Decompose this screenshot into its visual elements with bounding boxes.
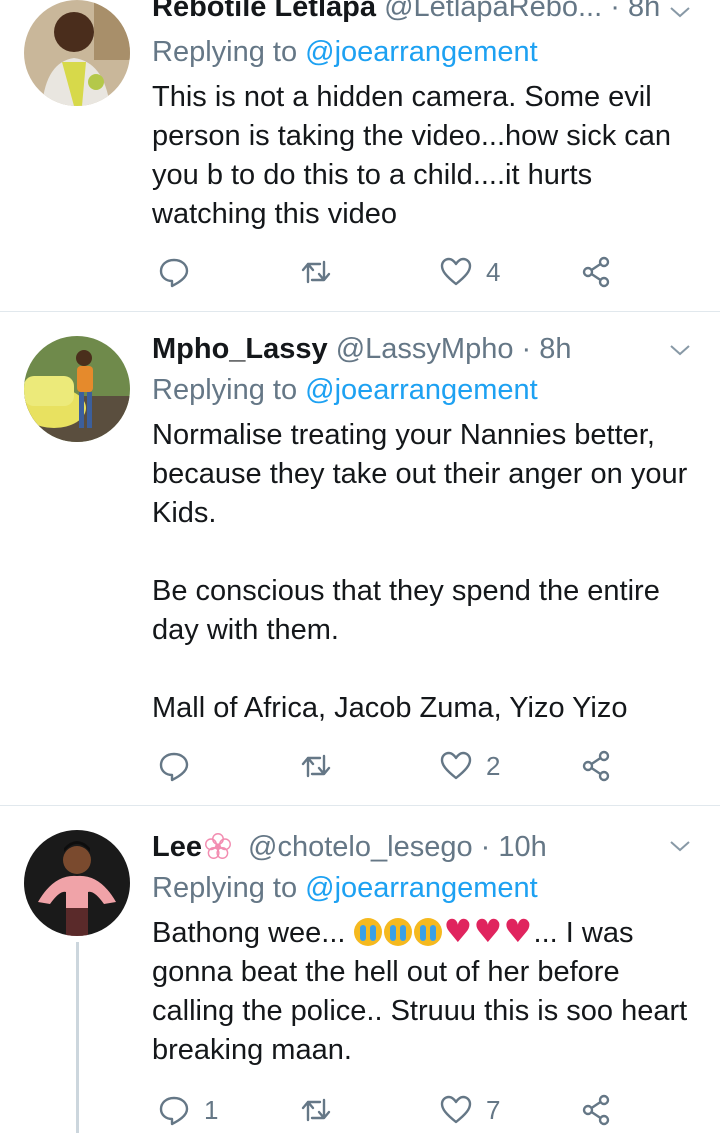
replying-prefix: Replying to xyxy=(152,872,298,904)
tweet-2[interactable]: Mpho_Lassy @LassyMpho · 8h Replying to @… xyxy=(0,312,720,804)
tweet-actions: 1 7 xyxy=(150,1090,630,1130)
crying-face-emoji xyxy=(383,918,412,946)
replying-to: Replying to @joearrangement xyxy=(152,871,538,905)
tweet-actions: 2 xyxy=(150,746,630,786)
crying-face-emoji xyxy=(353,918,382,946)
chevron-down-icon[interactable] xyxy=(668,834,692,858)
retweet-button[interactable] xyxy=(300,252,346,292)
share-button[interactable] xyxy=(580,252,612,292)
retweet-icon xyxy=(301,260,331,284)
share-icon xyxy=(582,1094,610,1126)
like-count: 7 xyxy=(486,1094,501,1125)
avatar[interactable] xyxy=(24,336,130,442)
timestamp[interactable]: 8h xyxy=(539,333,571,365)
share-button[interactable] xyxy=(580,746,612,786)
display-name[interactable]: Lee xyxy=(152,831,202,863)
separator-dot: · xyxy=(610,0,620,23)
like-button[interactable]: 2 xyxy=(440,746,500,786)
replying-prefix: Replying to xyxy=(152,374,298,406)
crying-face-emoji xyxy=(413,918,442,946)
tweet-header: Rebotile Letlapa @LetlapaRebo... · 8h xyxy=(152,0,660,24)
tweet-1[interactable]: Rebotile Letlapa @LetlapaRebo... · 8h Re… xyxy=(0,0,720,310)
separator-dot: · xyxy=(521,333,532,365)
tweet-text-start: Bathong wee... xyxy=(152,917,354,949)
chevron-down-icon[interactable] xyxy=(668,0,692,24)
user-handle[interactable]: @chotelo_lesego xyxy=(248,831,473,863)
like-count: 2 xyxy=(486,750,501,781)
reply-icon xyxy=(159,258,189,288)
like-button[interactable]: 7 xyxy=(440,1090,500,1130)
timestamp[interactable]: 10h xyxy=(498,831,546,863)
retweet-button[interactable] xyxy=(300,1090,346,1130)
mention-link[interactable]: @joearrangement xyxy=(305,36,538,68)
heart-icon xyxy=(440,751,472,780)
reply-button[interactable]: 1 xyxy=(158,1090,218,1130)
display-name[interactable]: Mpho_Lassy xyxy=(152,333,328,365)
separator-dot: · xyxy=(480,831,491,863)
tweet-header: Mpho_Lassy @LassyMpho · 8h xyxy=(152,332,660,366)
like-button[interactable]: 4 xyxy=(440,252,500,292)
share-button[interactable] xyxy=(580,1090,612,1130)
tweet-text: Normalise treating your Nannies better, … xyxy=(152,419,688,724)
avatar[interactable] xyxy=(24,830,130,936)
flower-icon xyxy=(205,833,231,859)
chevron-down-icon[interactable] xyxy=(668,338,692,362)
like-count: 4 xyxy=(486,256,501,287)
tweet-text: Bathong wee... ... I was gonna beat the … xyxy=(152,912,697,1070)
reply-count: 1 xyxy=(204,1094,219,1125)
share-icon xyxy=(582,750,610,782)
reply-button[interactable] xyxy=(158,746,204,786)
user-handle[interactable]: @LassyMpho xyxy=(336,333,514,365)
thread-line xyxy=(76,942,79,1133)
avatar[interactable] xyxy=(24,0,130,106)
reply-button[interactable] xyxy=(158,252,204,292)
broken-heart-emoji xyxy=(474,912,503,951)
tweet-3[interactable]: Lee @chotelo_lesego · 10h Replying to @j… xyxy=(0,806,720,1133)
broken-heart-emoji xyxy=(444,912,473,951)
share-icon xyxy=(582,256,610,288)
display-name[interactable]: Rebotile Letlapa xyxy=(152,0,376,23)
tweet-text: This is not a hidden camera. Some evil p… xyxy=(152,81,680,230)
timestamp[interactable]: 8h xyxy=(628,0,660,23)
mention-link[interactable]: @joearrangement xyxy=(305,374,538,406)
heart-icon xyxy=(440,1095,472,1124)
tweet-actions: 4 xyxy=(150,252,630,292)
reply-icon xyxy=(159,752,189,782)
broken-heart-emoji xyxy=(504,912,533,951)
tweet-header: Lee @chotelo_lesego · 10h xyxy=(152,830,660,864)
user-handle[interactable]: @LetlapaRebo... xyxy=(384,0,602,23)
retweet-button[interactable] xyxy=(300,746,346,786)
retweet-icon xyxy=(301,1098,331,1122)
replying-to: Replying to @joearrangement xyxy=(152,373,538,407)
mention-link[interactable]: @joearrangement xyxy=(305,872,538,904)
replying-prefix: Replying to xyxy=(152,36,298,68)
reply-icon xyxy=(159,1096,189,1126)
retweet-icon xyxy=(301,754,331,778)
replying-to: Replying to @joearrangement xyxy=(152,35,538,69)
heart-icon xyxy=(440,257,472,286)
